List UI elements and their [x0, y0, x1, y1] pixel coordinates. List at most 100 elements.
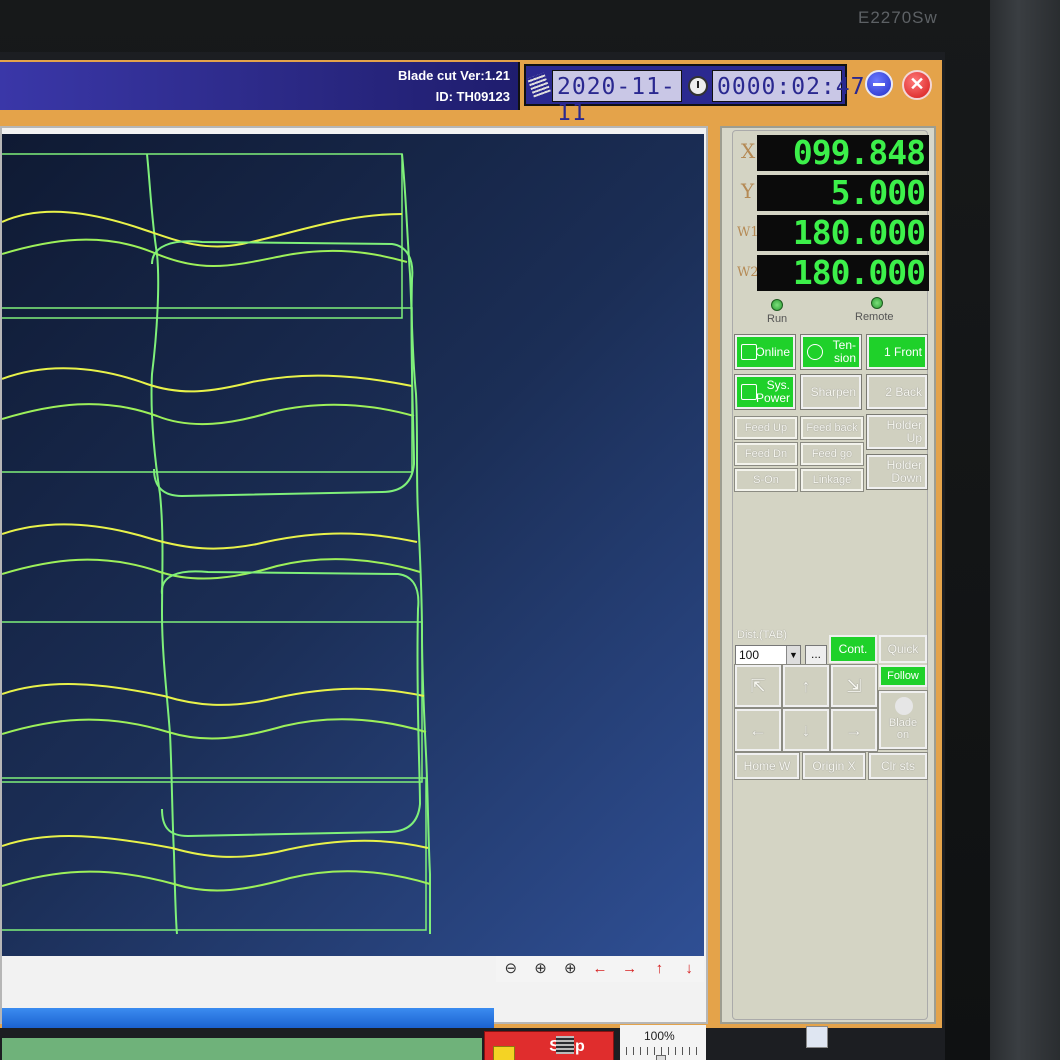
blade-cut-window: Blade cut Ver:1.21 ID: TH09123 2020-11-1… — [0, 60, 942, 1060]
arrow-up-icon[interactable]: ↑ — [648, 958, 670, 980]
minimize-button[interactable] — [865, 70, 893, 98]
cut-paths — [2, 153, 431, 935]
run-led — [771, 299, 783, 311]
status-bar — [2, 1038, 482, 1060]
feed-back-button[interactable]: Feed back — [800, 416, 864, 440]
arrow-down-icon[interactable]: ↓ — [678, 958, 700, 980]
title-bar: Blade cut Ver:1.21 ID: TH09123 — [0, 62, 520, 110]
cut-path — [2, 870, 431, 892]
origin-x-button[interactable]: Origin X — [802, 752, 866, 780]
cut-path — [2, 718, 427, 740]
coord-axis-label: W2 — [737, 265, 759, 280]
cut-path — [2, 403, 415, 426]
zoom-fit-icon[interactable]: ⊕ — [530, 958, 552, 980]
online-button[interactable]: Online — [734, 334, 796, 370]
coord-axis-label: W1 — [737, 225, 759, 240]
monitor-bezel-right — [990, 0, 1060, 1060]
quick-button[interactable]: Quick — [879, 635, 927, 663]
jog-up-icon[interactable]: ↑ — [782, 664, 830, 708]
coord-row-w2: W2 180.000 — [737, 255, 929, 291]
online-icon — [741, 344, 757, 360]
sys-power-button[interactable]: Sys. Power — [734, 374, 796, 410]
zoom-out-icon[interactable]: ⊖ — [500, 958, 522, 980]
zoom-in-icon[interactable]: ⊕ — [559, 958, 581, 980]
cutting-canvas[interactable] — [2, 134, 704, 956]
coord-x-value: 099.848 — [757, 135, 929, 171]
feed-go-button[interactable]: Feed go — [800, 442, 864, 466]
zoom-slider[interactable] — [656, 1055, 666, 1060]
arrow-left-icon[interactable]: ← — [589, 958, 611, 980]
chevron-down-icon: ▼ — [786, 646, 800, 664]
cut-path — [2, 835, 429, 858]
s-on-button[interactable]: S-On — [734, 468, 798, 492]
cut-rectangle — [2, 153, 403, 319]
jog-left-icon[interactable]: ← — [734, 708, 782, 752]
jog-down-icon[interactable]: ↓ — [782, 708, 830, 752]
linkage-button[interactable]: Linkage — [800, 468, 864, 492]
calendar-icon — [527, 72, 551, 98]
monitor-model-label: E2270Sw — [858, 8, 938, 27]
stop-icon — [493, 1046, 515, 1060]
coord-axis-label: Y — [741, 179, 755, 203]
taskbar-window-icon[interactable] — [806, 1026, 828, 1048]
blade-on-label: Blade on — [888, 717, 918, 741]
sys-power-label: Sys. Power — [755, 378, 790, 405]
jog-up-right-icon[interactable]: ⇲ — [830, 664, 878, 708]
cut-path — [2, 367, 413, 393]
holder-down-label: Holder Down — [886, 458, 922, 485]
holder-up-button[interactable]: Holder Up — [866, 414, 928, 450]
clr-sts-button[interactable]: Clr sts — [868, 752, 928, 780]
time-display: 0000:02:47 — [712, 70, 864, 102]
control-panel-inner: X 099.848 Y 5.000 W1 180.000 W2 180.000 … — [732, 130, 929, 1020]
jog-right-icon[interactable]: → — [830, 708, 878, 752]
tension-button[interactable]: Ten- sion — [800, 334, 862, 370]
close-button[interactable]: ✕ — [902, 70, 932, 100]
app-version: Blade cut Ver:1.21 — [398, 68, 510, 83]
zoom-control: 100% — [620, 1025, 706, 1060]
datetime-panel: 2020-11-11 0000:02:47 — [524, 64, 864, 126]
control-panel: X 099.848 Y 5.000 W1 180.000 W2 180.000 … — [720, 126, 936, 1024]
jog-up-left-icon[interactable]: ⇱ — [734, 664, 782, 708]
front-label: 1 Front — [883, 344, 922, 359]
feed-down-button[interactable]: Feed Dn — [734, 442, 798, 466]
stop-button[interactable]: Stop (ESC) — [484, 1031, 614, 1060]
blade-on-button[interactable]: Blade on — [878, 690, 928, 750]
cut-path — [2, 558, 421, 580]
remote-label: Remote — [855, 311, 894, 323]
feed-up-button[interactable]: Feed Up — [734, 416, 798, 440]
sharpen-button[interactable]: Sharpen — [800, 374, 862, 410]
cont-button[interactable]: Cont. — [829, 635, 877, 663]
dist-value: 100 — [739, 648, 760, 662]
progress-bar — [2, 1008, 494, 1028]
coord-w1-value: 180.000 — [757, 215, 929, 251]
coord-row-w1: W1 180.000 — [737, 215, 929, 251]
dist-more-button[interactable]: ... — [805, 645, 827, 665]
sharpen-label: Sharpen — [810, 384, 856, 399]
zoom-ticks — [626, 1047, 700, 1055]
coord-row-y: Y 5.000 — [737, 175, 929, 211]
cut-rectangle — [2, 777, 427, 931]
screen: Blade cut Ver:1.21 ID: TH09123 2020-11-1… — [0, 52, 945, 1060]
taskbar-app-icon[interactable] — [556, 1036, 574, 1054]
dist-select[interactable]: 100 ▼ — [735, 645, 801, 665]
arrow-right-icon[interactable]: → — [619, 958, 641, 980]
cut-rectangle — [2, 621, 423, 783]
front-button[interactable]: 1 Front — [866, 334, 928, 370]
holder-down-button[interactable]: Holder Down — [866, 454, 928, 490]
view-toolbar: ⊖ ⊕ ⊕ ← → ↑ ↓ — [496, 956, 704, 982]
cut-path — [2, 523, 418, 550]
coord-axis-label: X — [741, 139, 756, 163]
dist-label: Dist.(TAB) — [737, 629, 787, 641]
tension-label: Ten- sion — [832, 338, 856, 365]
holder-up-label: Holder Up — [886, 418, 922, 445]
app-id: ID: TH09123 — [435, 89, 510, 104]
zoom-percent: 100% — [644, 1029, 675, 1043]
home-w-button[interactable]: Home W — [734, 752, 800, 780]
run-label: Run — [767, 313, 788, 325]
coord-y-value: 5.000 — [757, 175, 929, 211]
back-button[interactable]: 2 Back — [866, 374, 928, 410]
cut-path — [2, 683, 425, 706]
follow-button[interactable]: Follow — [879, 665, 927, 687]
cutting-canvas-frame: ⊖ ⊕ ⊕ ← → ↑ ↓ Stop (ESC) 100% — [0, 126, 708, 1060]
coord-w2-value: 180.000 — [757, 255, 929, 291]
